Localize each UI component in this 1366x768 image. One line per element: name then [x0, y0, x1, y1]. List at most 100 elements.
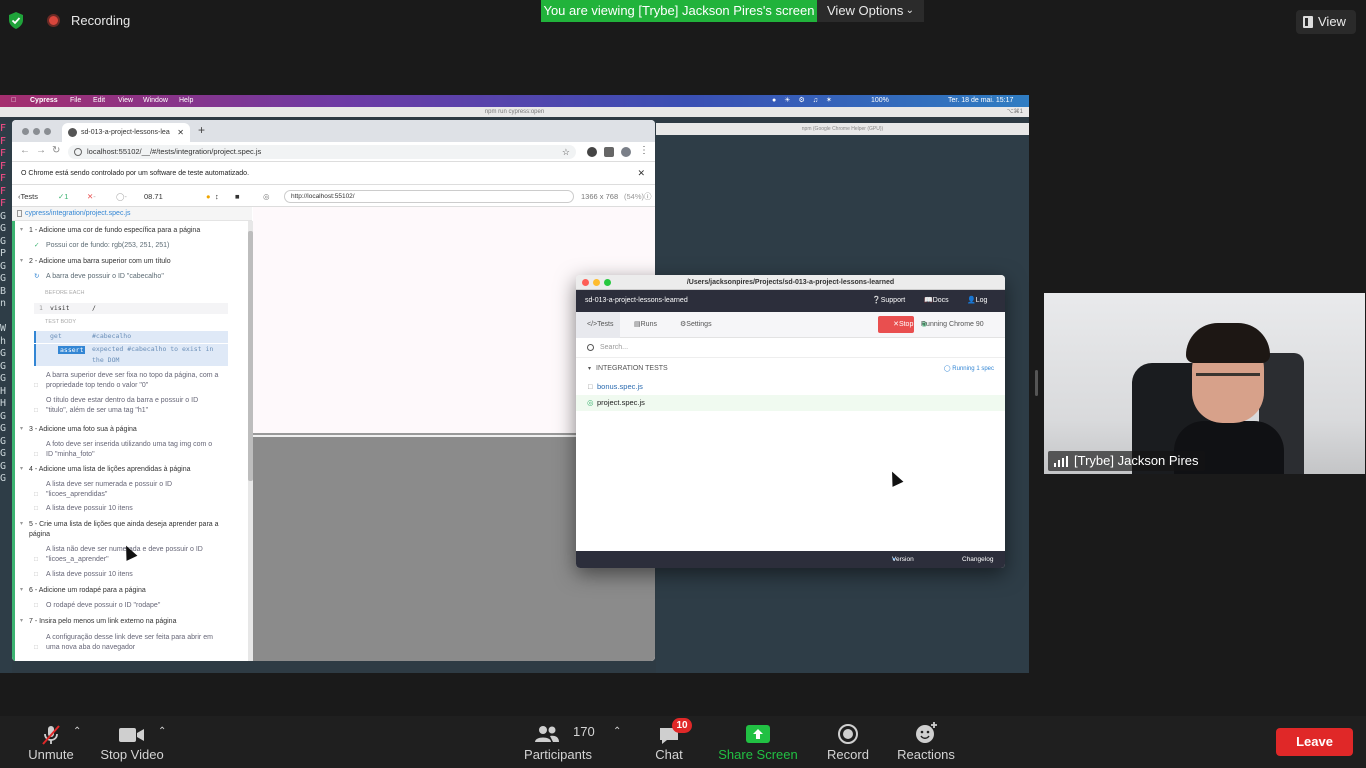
chat-label: Chat [655, 747, 683, 762]
test-pending[interactable]: A lista deve possuir 10 itens □ [34, 504, 220, 514]
test-pending[interactable]: O título deve estar dentro da barra e po… [34, 396, 220, 415]
changelog-link[interactable]: Changelog [962, 551, 993, 568]
info-icon[interactable]: ⓘ [644, 186, 652, 207]
window-maximize-button[interactable] [604, 279, 611, 286]
menu-help[interactable]: Help [179, 95, 193, 107]
failed-count: ✕ -- [87, 186, 96, 222]
viewport-size[interactable]: 1366 x 768 [581, 186, 618, 207]
window-minimize-button[interactable] [33, 128, 40, 135]
profile-avatar-icon[interactable] [621, 147, 631, 157]
window-close-button[interactable] [582, 279, 589, 286]
forward-icon[interactable]: → [36, 145, 46, 156]
chrome-tab[interactable]: sd-013-a-project-lessons-lea ✕ [62, 123, 190, 142]
spec-path[interactable]: cypress/integration/project.spec.js [25, 210, 130, 217]
terminal-line: G [0, 273, 7, 284]
participant-video[interactable]: [Trybe] Jackson Pires [1044, 293, 1365, 474]
participant-name-tag: [Trybe] Jackson Pires [1048, 451, 1205, 471]
participants-chevron-up-icon[interactable]: ⌃ [613, 726, 621, 737]
share-screen-button[interactable]: Share Screen [716, 716, 800, 768]
suite-title[interactable]: 5 - Crie uma lista de lições que ainda d… [20, 520, 234, 539]
window-minimize-button[interactable] [593, 279, 600, 286]
suite-title[interactable]: 3 - Adicione uma foto sua à página [20, 425, 234, 435]
selector-playground-icon[interactable]: ◎ [263, 186, 270, 207]
view-button[interactable]: View [1296, 10, 1356, 34]
test-pending[interactable]: O rodapé deve possuir o ID "rodape" □ [34, 601, 220, 611]
shield-check-icon[interactable] [8, 12, 24, 29]
close-icon[interactable]: ✕ [637, 162, 645, 185]
reactions-button[interactable]: Reactions [894, 716, 958, 768]
more-menu-icon[interactable]: ⋮ [639, 145, 649, 156]
address-bar[interactable]: localhost:55102/__/#/tests/integration/p… [68, 145, 576, 159]
integration-tests-header[interactable]: ▾ INTEGRATION TESTS ◯ Running 1 spec [576, 362, 1005, 376]
test-pending[interactable]: A foto deve ser inserida utilizando uma … [34, 440, 220, 459]
puzzle-icon[interactable] [604, 147, 614, 157]
extension-icon[interactable] [587, 147, 597, 157]
pending-icon: □ [34, 602, 38, 609]
window-close-button[interactable] [22, 128, 29, 135]
chrome-tab-title: sd-013-a-project-lessons-lea [81, 129, 170, 136]
command-row[interactable]: 1 visit / [34, 303, 228, 314]
chrome-toolbar: ← → ↻ localhost:55102/__/#/tests/integra… [12, 142, 655, 162]
menu-window[interactable]: Window [143, 95, 168, 107]
menubar-clock[interactable]: Ter. 18 de mai. 15:17 [948, 95, 1013, 107]
test-pending[interactable]: A lista deve ser numerada e possuir o ID… [34, 480, 220, 499]
suite-title[interactable]: 6 - Adicione um rodapé para a página [20, 586, 234, 596]
unmute-button[interactable]: Unmute [22, 716, 80, 768]
stop-button[interactable]: ✕ Stop [878, 316, 914, 333]
scroll-toggle-icon[interactable]: ↕ [215, 186, 219, 207]
new-tab-icon[interactable]: + [198, 123, 205, 137]
video-options-chevron-up-icon[interactable]: ⌃ [158, 726, 166, 737]
preview-url-bar[interactable]: http://localhost:55102/ [284, 190, 574, 203]
panel-resize-handle[interactable] [1035, 370, 1038, 396]
test-passed[interactable]: Possui cor de fundo: rgb(253, 251, 251) ✓ [34, 241, 220, 251]
stop-video-button[interactable]: Stop Video [98, 716, 166, 768]
view-options-button[interactable]: View Options ⌄ [817, 0, 924, 22]
terminal-title: npm run cypress:open [484, 109, 545, 115]
command-row[interactable]: get #cabecalho [34, 331, 228, 343]
recording-label[interactable]: Recording [71, 13, 130, 28]
suite-title[interactable]: 4 - Adicione uma lista de lições aprendi… [20, 465, 234, 475]
favicon-icon [68, 128, 77, 137]
video-person-glasses [1196, 373, 1260, 387]
spec-row-project[interactable]: ◎ project.spec.js [576, 395, 1005, 411]
microphone-muted-icon [42, 725, 60, 745]
menu-view[interactable]: View [118, 95, 133, 107]
suite-title[interactable]: 1 - Adicione uma cor de fundo específica… [20, 226, 234, 236]
docs-link[interactable]: 📖 Docs [924, 290, 949, 312]
suite-title[interactable]: 7 - Insira pelo menos um link externo na… [20, 617, 234, 627]
window-maximize-button[interactable] [44, 128, 51, 135]
command-row[interactable]: assert expected #cabecalho to exist in th… [34, 344, 228, 366]
tests-back-link[interactable]: ‹ Tests [18, 186, 38, 207]
support-link[interactable]: ❔ Support [872, 290, 905, 312]
suite-title[interactable]: 2 - Adicione uma barra superior com um t… [20, 257, 234, 267]
participants-button[interactable]: 170 Participants [518, 716, 598, 768]
leave-button[interactable]: Leave [1276, 728, 1353, 756]
test-pending[interactable]: A configuração desse link deve ser feita… [34, 633, 220, 652]
close-tab-icon[interactable]: ✕ [177, 123, 184, 142]
site-info-icon[interactable] [74, 148, 82, 156]
reload-icon[interactable]: ↻ [52, 145, 60, 156]
record-button[interactable]: Record [824, 716, 872, 768]
tab-runs[interactable]: ▤ Runs [634, 312, 657, 338]
terminal-left-output: FFFFFFFGGGPGGBnWhGGGHHGGGGGG [0, 123, 12, 673]
spec-row-bonus[interactable]: □ bonus.spec.js [576, 379, 1005, 395]
chat-button[interactable]: 10 Chat [648, 716, 692, 768]
stop-square-icon[interactable]: ■ [235, 186, 240, 207]
automation-notice: O Chrome está sendo controlado por um so… [12, 162, 655, 185]
menu-app-name[interactable]: Cypress [30, 95, 58, 107]
login-link[interactable]: 👤Log In [967, 290, 987, 326]
terminal-line: G [0, 373, 7, 384]
tab-tests[interactable]: </> Tests [576, 312, 620, 338]
tab-settings[interactable]: ⚙ Settings [680, 312, 712, 338]
test-pending[interactable]: A lista deve possuir 10 itens □ [34, 570, 220, 580]
bookmark-star-icon[interactable]: ☆ [562, 145, 570, 159]
audio-options-chevron-up-icon[interactable]: ⌃ [73, 726, 81, 737]
apple-icon[interactable]:  [11, 95, 16, 107]
menu-edit[interactable]: Edit [93, 95, 105, 107]
menu-file[interactable]: File [70, 95, 81, 107]
test-pending[interactable]: A barra superior deve ser fixa no topo d… [34, 371, 220, 390]
pending-icon: □ [34, 555, 38, 563]
test-running[interactable]: A barra deve possuir o ID "cabecalho" ↻ [34, 272, 220, 282]
spec-search-input[interactable]: Search... [576, 338, 1005, 358]
back-icon[interactable]: ← [20, 145, 30, 156]
